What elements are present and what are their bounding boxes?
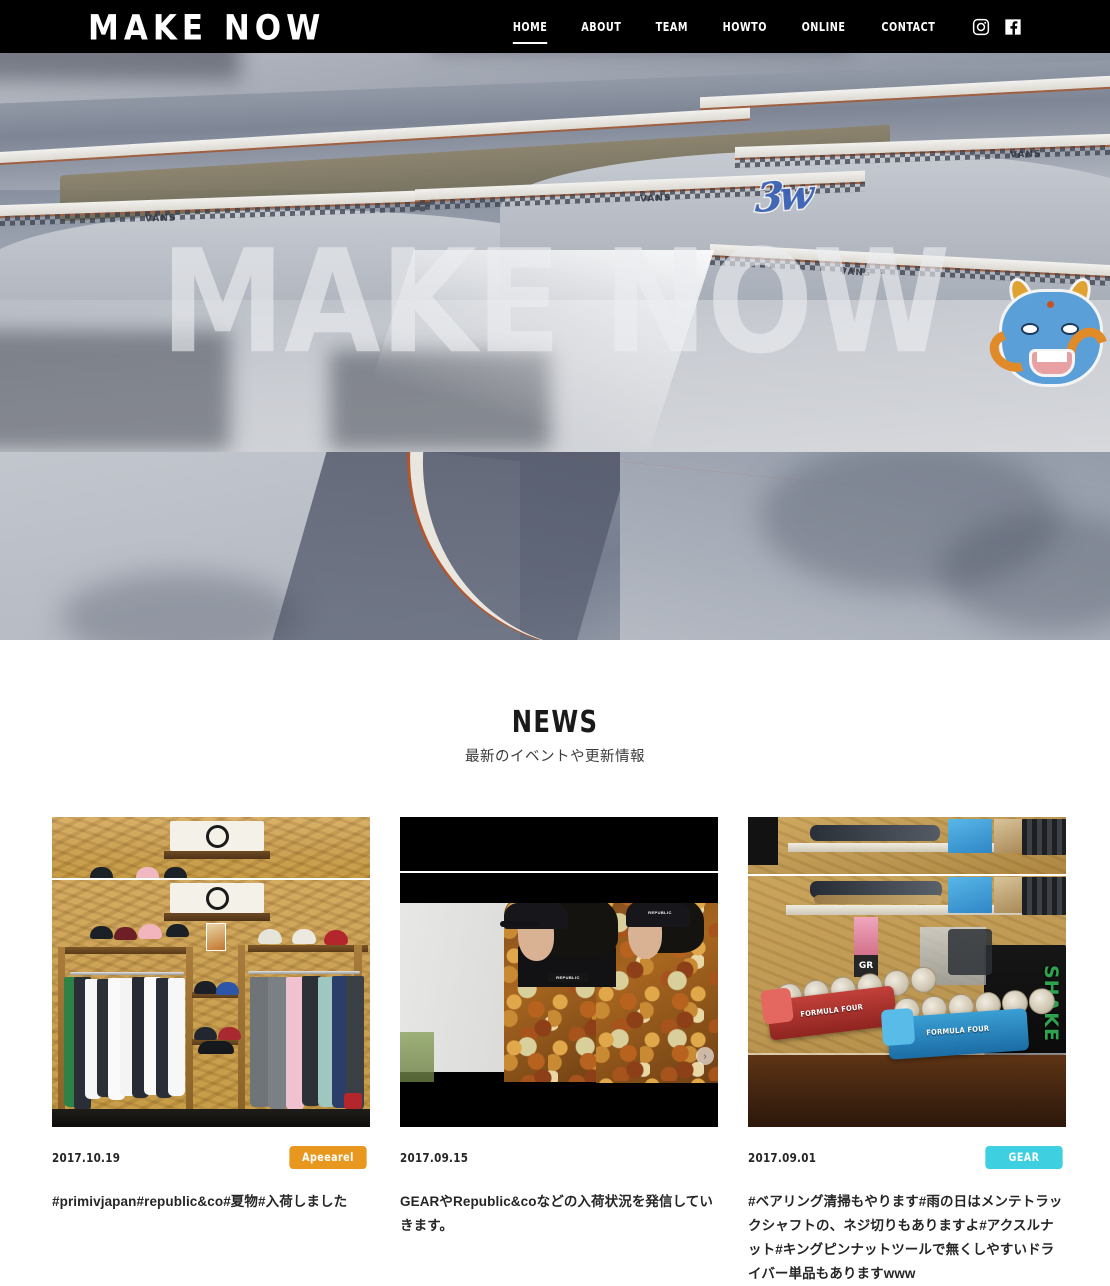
news-card[interactable]: GR SHAKE FORMULA FOUR bbox=[748, 817, 1066, 1286]
carousel-next-button[interactable]: › bbox=[696, 1047, 714, 1065]
news-section: NEWS 最新のイベントや更新情報 2017.10.19 Apeearel #p… bbox=[0, 640, 1110, 1281]
news-card-date: 2017.10.19 bbox=[52, 1149, 121, 1165]
site-logo[interactable]: MAKE NOW bbox=[88, 7, 325, 50]
main-navigation: HOME ABOUT TEAM HOWTO ONLINE CONTACT bbox=[496, 0, 1022, 53]
news-card-badge[interactable]: Apeearel bbox=[289, 1145, 367, 1169]
instagram-icon[interactable] bbox=[972, 18, 990, 36]
news-card[interactable]: REPUBLIC REPUBLIC › 2017.09.15 GEARやRepu… bbox=[400, 817, 718, 1286]
news-card-text: GEARやRepublic&coなどの入荷状況を発信していきます。 bbox=[400, 1194, 714, 1233]
vans-brand-mark: VANS bbox=[640, 193, 672, 205]
vans-brand-mark: VANS bbox=[1010, 149, 1042, 161]
news-card-date: 2017.09.01 bbox=[748, 1149, 817, 1165]
news-card-image[interactable]: REPUBLIC REPUBLIC › bbox=[400, 817, 718, 1127]
news-card-meta: 2017.10.19 Apeearel bbox=[52, 1145, 370, 1169]
facebook-icon[interactable] bbox=[1004, 18, 1022, 36]
republic-cap-logo: REPUBLIC bbox=[648, 909, 672, 915]
news-subheading: 最新のイベントや更新情報 bbox=[465, 749, 645, 765]
hero-title: MAKE NOW bbox=[160, 220, 950, 386]
news-card-meta: 2017.09.01 GEAR bbox=[748, 1145, 1066, 1169]
republic-patch: REPUBLIC bbox=[548, 973, 588, 982]
nav-item-team[interactable]: TEAM bbox=[644, 0, 700, 53]
nav-item-about[interactable]: ABOUT bbox=[570, 0, 634, 53]
news-card-image[interactable] bbox=[52, 817, 370, 1127]
news-card-text: #primivjapan#republic&co#夏物#入荷しました bbox=[52, 1194, 348, 1209]
news-card-badge[interactable]: GEAR bbox=[985, 1145, 1063, 1169]
nav-item-online[interactable]: ONLINE bbox=[790, 0, 858, 53]
site-header: MAKE NOW HOME ABOUT TEAM HOWTO ONLINE CO… bbox=[0, 0, 1110, 53]
nav-item-contact[interactable]: CONTACT bbox=[870, 0, 948, 53]
news-card[interactable]: 2017.10.19 Apeearel #primivjapan#republi… bbox=[52, 817, 370, 1286]
news-card-image[interactable]: GR SHAKE FORMULA FOUR bbox=[748, 817, 1066, 1127]
nav-item-howto[interactable]: HOWTO bbox=[710, 0, 778, 53]
news-card-date: 2017.09.15 bbox=[400, 1149, 469, 1165]
nav-item-home[interactable]: HOME bbox=[501, 0, 560, 53]
news-card-meta: 2017.09.15 bbox=[400, 1146, 718, 1168]
hero-section: VANS VANS VANS VANS 3w MAKE NOW bbox=[0, 0, 1110, 640]
news-card-list: 2017.10.19 Apeearel #primivjapan#republi… bbox=[52, 817, 1066, 1286]
news-heading: NEWS bbox=[511, 705, 599, 740]
social-links bbox=[972, 18, 1022, 36]
news-card-text: #ベアリング清掃もやります#雨の日はメンテトラックシャフトの、ネジ切りもあります… bbox=[748, 1194, 1063, 1281]
hero-image-secondary bbox=[0, 452, 1110, 640]
